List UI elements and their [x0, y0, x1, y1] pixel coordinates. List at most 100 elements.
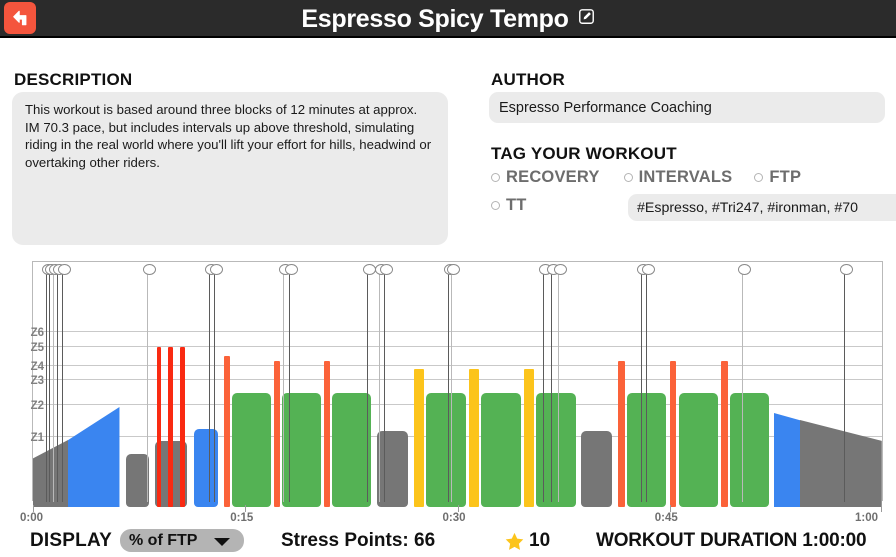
description-label: DESCRIPTION [14, 70, 133, 89]
display-label: DISPLAY [30, 530, 113, 551]
author-label: AUTHOR [491, 70, 565, 89]
orange-spike-4[interactable] [618, 361, 625, 507]
zone-gridline [33, 330, 882, 332]
tag-option-recovery[interactable]: RECOVERY [491, 168, 600, 187]
pin-head-icon [737, 264, 751, 275]
zone-label-z4: Z4 [30, 361, 44, 374]
warmup-ramp-blue[interactable] [68, 406, 120, 507]
orange-spike-3[interactable] [324, 361, 331, 507]
pin-stem [451, 272, 453, 502]
edit-pencil-icon[interactable] [578, 8, 595, 25]
tag-option-intervals[interactable]: INTERVALS [623, 168, 733, 187]
author-field[interactable]: Espresso Performance Coaching [489, 92, 885, 123]
pin-stem [61, 272, 63, 502]
x-axis-label: 0:00 [20, 512, 44, 524]
tempo-green-3[interactable] [331, 393, 372, 507]
x-axis-label: 0:15 [230, 512, 254, 524]
title-area: Espresso Spicy Tempo [0, 0, 896, 38]
pin-stem [557, 272, 559, 502]
tag-option-label: TT [506, 196, 527, 214]
tag-option-tt[interactable]: TT [491, 196, 527, 215]
chart-plot-area[interactable]: Z1 Z2 Z3 Z4 Z5 Z6 [31, 262, 882, 507]
description-text: This workout is based around three block… [25, 102, 432, 170]
tempo-green-6[interactable] [536, 393, 576, 507]
x-axis-tick [245, 505, 247, 512]
x-axis-label: 0:45 [654, 512, 678, 524]
pin-head-icon [380, 264, 394, 275]
recovery-gray-3[interactable] [581, 431, 613, 507]
display-units-dropdown[interactable]: % of FTP [120, 529, 244, 552]
author-value: Espresso Performance Coaching [499, 99, 712, 116]
pin-stem [550, 272, 552, 502]
tempo-green-4[interactable] [426, 393, 466, 507]
zone-label-z5: Z5 [30, 341, 44, 354]
x-axis-tick [457, 505, 459, 512]
tag-section-label: TAG YOUR WORKOUT [491, 144, 677, 163]
pin-stem [57, 272, 59, 502]
description-box[interactable]: This workout is based around three block… [12, 92, 448, 245]
tag-option-label: FTP [769, 168, 802, 186]
pin-stem [641, 272, 642, 502]
pin-head-icon [553, 264, 567, 275]
zone-label-z6: Z6 [30, 326, 44, 339]
red-spike-3[interactable] [180, 346, 185, 507]
workout-chart[interactable]: Z1 Z2 Z3 Z4 Z5 Z6 [0, 256, 896, 508]
pin-stem [646, 272, 648, 502]
pin-stem [378, 272, 380, 502]
tempo-green-9[interactable] [729, 393, 770, 507]
x-axis-tick [669, 505, 671, 512]
recovery-gray-2[interactable] [377, 431, 409, 507]
x-axis-tick [881, 505, 882, 512]
cooldown-ramp-gray[interactable] [800, 420, 882, 507]
radio-circle-icon [623, 173, 633, 182]
pin-stem [45, 272, 47, 502]
chevron-down-icon [214, 538, 230, 546]
workout-duration-label: WORKOUT DURATION 1:00:00 [596, 530, 867, 551]
tags-input[interactable]: #Espresso, #Tri247, #ironman, #70 [628, 194, 896, 221]
pin-stem [843, 272, 845, 502]
tempo-green-2[interactable] [281, 393, 322, 507]
rating-group: 10 [504, 530, 550, 552]
red-spike-1[interactable] [156, 346, 162, 507]
tag-options-row-2: TT [491, 196, 527, 215]
pin-head-icon [839, 264, 853, 275]
pin-head-icon [362, 264, 376, 275]
orange-spike-1[interactable] [224, 356, 231, 507]
red-spike-2[interactable] [168, 346, 173, 507]
tempo-green-5[interactable] [481, 393, 521, 507]
pin-stem [213, 272, 215, 502]
tag-option-ftp[interactable]: FTP [754, 168, 801, 187]
pin-stem [543, 272, 545, 502]
x-axis-tick [33, 505, 34, 512]
pin-stem [447, 272, 449, 502]
pin-stem [53, 272, 55, 502]
orange-spike-6[interactable] [721, 361, 728, 507]
radio-circle-icon [491, 201, 500, 210]
top-bar: Espresso Spicy Tempo [0, 0, 896, 38]
pin-stem [49, 272, 51, 502]
pin-head-icon [284, 264, 298, 275]
x-axis-label: 1:00 [855, 512, 879, 524]
yellow-spike-1[interactable] [414, 368, 425, 507]
footer-bar: DISPLAY % of FTP Stress Points: 66 10 WO… [0, 526, 896, 557]
orange-spike-2[interactable] [274, 361, 281, 507]
display-units-value: % of FTP [129, 531, 198, 549]
x-axis-label: 0:30 [442, 512, 466, 524]
pin-head-icon [57, 264, 71, 275]
cooldown-ramp-blue[interactable] [773, 412, 801, 507]
pin-head-icon [209, 264, 223, 275]
stress-points-label: Stress Points: 66 [281, 530, 436, 551]
zone-label-z2: Z2 [30, 400, 44, 413]
radio-circle-icon [491, 173, 500, 182]
pin-stem [283, 272, 285, 502]
yellow-spike-3[interactable] [524, 368, 534, 507]
tag-option-label: RECOVERY [506, 168, 600, 186]
zone-label-z3: Z3 [30, 374, 44, 387]
radio-circle-icon [754, 173, 764, 182]
orange-spike-5[interactable] [669, 361, 677, 507]
page-title: Espresso Spicy Tempo [301, 4, 569, 33]
yellow-spike-2[interactable] [469, 368, 479, 507]
tempo-green-1[interactable] [231, 393, 272, 507]
pin-stem [288, 272, 290, 502]
tempo-green-8[interactable] [678, 393, 718, 507]
